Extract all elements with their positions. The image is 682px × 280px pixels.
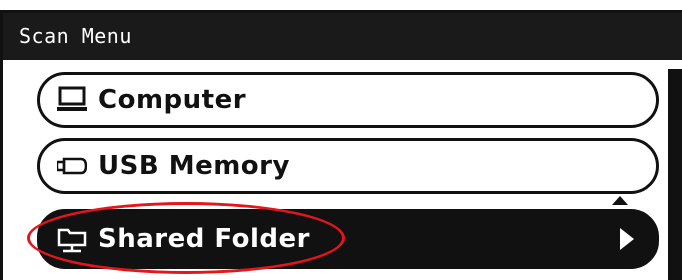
menu-item-computer[interactable]: Computer: [37, 72, 659, 128]
scrollbar-thumb[interactable]: [671, 72, 682, 280]
chevron-right-icon: [620, 228, 634, 250]
usb-memory-icon: [56, 150, 88, 182]
menu-item-usb-memory[interactable]: USB Memory: [37, 138, 659, 194]
menu-item-shared-folder[interactable]: Shared Folder: [37, 209, 659, 269]
screen-title: Scan Menu: [3, 13, 682, 60]
menu-item-label: Shared Folder: [98, 224, 310, 254]
shared-folder-icon: [56, 223, 88, 255]
scroll-up-arrow-icon[interactable]: [612, 196, 628, 205]
menu-item-label: Computer: [98, 85, 247, 115]
computer-icon: [56, 84, 88, 116]
menu-item-label: USB Memory: [98, 151, 290, 181]
